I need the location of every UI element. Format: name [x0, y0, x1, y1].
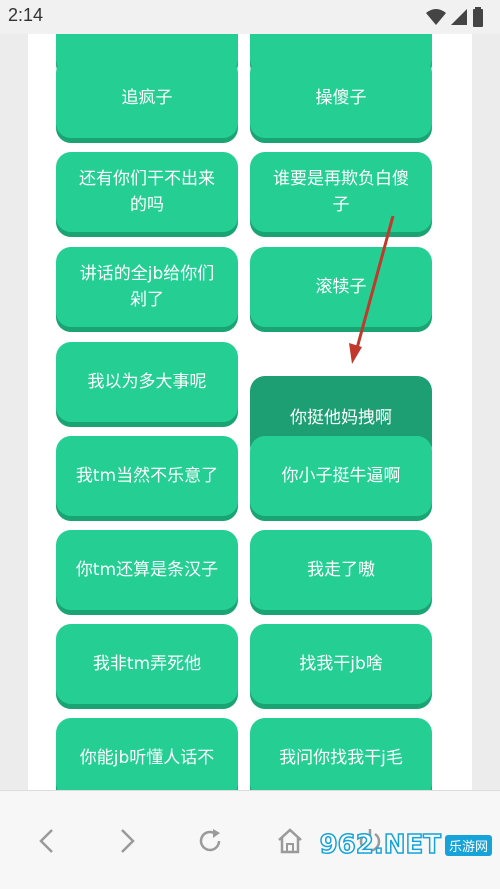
refresh-icon[interactable] [196, 827, 224, 855]
back-icon[interactable] [36, 827, 58, 855]
watermark-site: 962.NET [319, 829, 442, 861]
home-icon[interactable] [276, 827, 304, 855]
watermark-subtitle: 乐游网 [444, 834, 492, 856]
forward-icon[interactable] [116, 827, 138, 855]
site-watermark: 962.NET 乐游网 [319, 829, 492, 861]
annotation-arrow [349, 215, 395, 364]
